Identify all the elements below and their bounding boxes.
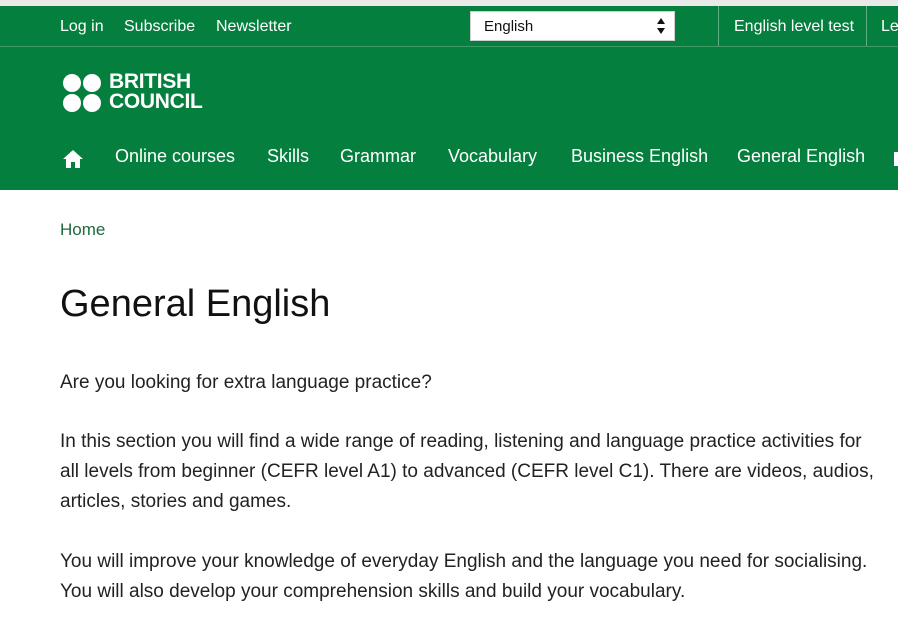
nav-business-english[interactable]: Business English	[571, 146, 708, 167]
site-header: Log in Subscribe Newsletter English Engl…	[0, 6, 898, 190]
nav-vocabulary[interactable]: Vocabulary	[448, 146, 537, 167]
cut-off-utility-link[interactable]: Le	[881, 18, 898, 36]
language-select[interactable]: English	[470, 11, 675, 41]
nav-next-item-cutoff[interactable]	[894, 152, 898, 166]
intro-paragraph: Are you looking for extra language pract…	[60, 372, 432, 393]
utility-divider	[718, 6, 719, 46]
main-nav: Online courses Skills Grammar Vocabulary…	[0, 146, 898, 176]
logo-wordmark: BRITISH COUNCIL	[109, 70, 203, 113]
description-paragraph: In this section you will find a wide ran…	[60, 431, 874, 512]
logo-line-1: BRITISH	[109, 70, 191, 93]
home-icon[interactable]	[62, 149, 84, 169]
login-link[interactable]: Log in	[60, 18, 104, 36]
utility-bar: Log in Subscribe Newsletter English Engl…	[0, 6, 898, 46]
logo-dot-icon	[63, 94, 81, 112]
newsletter-link[interactable]: Newsletter	[216, 18, 292, 36]
utility-separator	[0, 46, 898, 47]
page-title: General English	[60, 283, 331, 325]
language-select-value: English	[484, 18, 534, 35]
nav-skills[interactable]: Skills	[267, 146, 309, 167]
subscribe-link[interactable]: Subscribe	[124, 18, 195, 36]
logo-dot-icon	[83, 94, 101, 112]
nav-online-courses[interactable]: Online courses	[115, 146, 235, 167]
british-council-logo[interactable]: BRITISH COUNCIL	[63, 70, 205, 114]
logo-dot-icon	[83, 74, 101, 92]
utility-divider	[866, 6, 867, 46]
nav-grammar[interactable]: Grammar	[340, 146, 416, 167]
nav-general-english[interactable]: General English	[737, 146, 865, 167]
logo-dot-icon	[63, 74, 81, 92]
select-arrows-icon	[657, 18, 665, 34]
breadcrumb-home[interactable]: Home	[60, 220, 105, 240]
benefits-paragraph: You will improve your knowledge of every…	[60, 551, 868, 602]
level-test-link[interactable]: English level test	[734, 18, 854, 36]
logo-line-2: COUNCIL	[109, 90, 203, 113]
